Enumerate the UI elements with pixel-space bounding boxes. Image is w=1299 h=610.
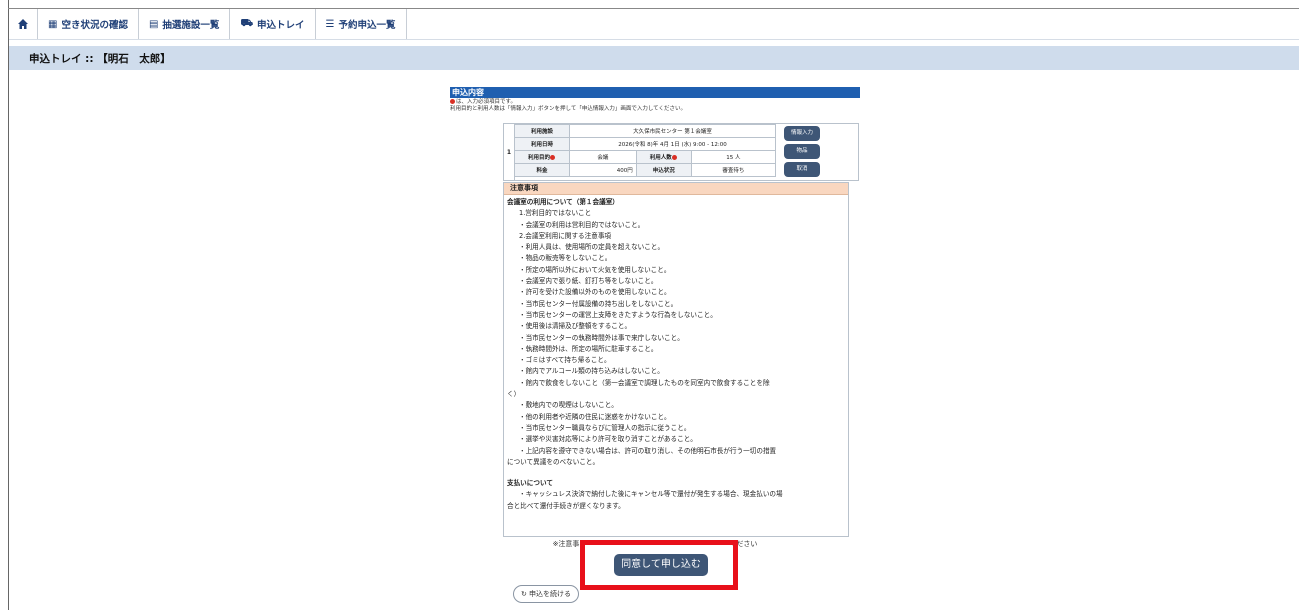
nav-availability[interactable]: ▦ 空き状況の確認 xyxy=(37,9,138,39)
continue-application-button[interactable]: ↻ 申込を続ける xyxy=(513,585,579,603)
notice-line: ・所定の場所以外において火気を使用しないこと。 xyxy=(519,265,671,274)
notice-line: ・ゴミはすべて持ち帰ること。 xyxy=(519,356,611,365)
bottom-note-left: ※注意事 xyxy=(552,540,580,548)
required-dot-icon xyxy=(550,155,555,160)
notice-line: について異議をのべないこと。 xyxy=(507,457,600,466)
nav-reservation-list[interactable]: ☰ 予約申込一覧 xyxy=(314,9,407,39)
notice-line: ・使用後は清掃及び整頓をすること。 xyxy=(519,322,632,331)
notice-body: 会議室の利用について（第１会議室） 1.営利目的ではないこと ・会議室の利用は営… xyxy=(504,195,848,514)
items-button[interactable]: 物品 xyxy=(784,144,820,159)
facility-label: 利用施設 xyxy=(514,124,570,138)
payment-line: 合と比べて還付手続きが遅くなります。 xyxy=(507,501,625,510)
top-nav: ▦ 空き状況の確認 ▤ 抽選施設一覧 ⛟ 申込トレイ ☰ 予約申込一覧 xyxy=(9,9,1299,40)
tray-table: 利用施設 大久保市民センター 第１会議室 利用日時 2026(令和 8)年 4月… xyxy=(514,124,777,177)
required-dot-icon xyxy=(450,99,455,104)
nav-availability-label: 空き状況の確認 xyxy=(61,20,128,31)
notice-line: ・当市民センターの運営上支障をきたすような行為をしないこと。 xyxy=(519,310,717,319)
nav-reservation-label: 予約申込一覧 xyxy=(338,20,396,31)
nav-lottery-facilities[interactable]: ▤ 抽選施設一覧 xyxy=(137,9,229,39)
calendar-icon: ▦ xyxy=(48,18,58,30)
notice-line: ・会議室の利用は営利目的ではないこと。 xyxy=(519,220,645,229)
notice-line: ・館内でアルコール類の持ち込みはしないこと。 xyxy=(519,367,664,376)
tray-entry: 1 利用施設 大久保市民センター 第１会議室 利用日時 2026(令和 8)年 … xyxy=(503,123,859,181)
agree-apply-button[interactable]: 同意して申し込む xyxy=(614,554,708,576)
purpose-value: 会議 xyxy=(569,150,637,164)
notice-line: 2.会議室利用に関する注意事項 xyxy=(519,231,612,240)
fee-label: 料金 xyxy=(514,163,570,177)
section-heading: 申込内容 xyxy=(450,87,860,98)
notice-line: ・執務時間外は、所定の場所に駐車すること。 xyxy=(519,344,658,353)
notice-box: 注意事項 会議室の利用について（第１会議室） 1.営利目的ではないこと ・会議室… xyxy=(503,182,849,537)
lottery-icon: ▤ xyxy=(148,18,159,30)
purpose-label-text: 利用目的 xyxy=(527,155,550,161)
continue-label: 申込を続ける xyxy=(529,590,572,598)
notice-subtitle: 会議室の利用について（第１会議室） xyxy=(507,198,619,206)
datetime-value: 2026(令和 8)年 4月 1日 (水) 9:00 - 12:00 xyxy=(569,137,776,151)
notice-line: ・他の利用者や近隣の住民に迷惑をかけないこと。 xyxy=(519,412,671,421)
notice-line: ・会議室内で張り紙、釘打ち等をしないこと。 xyxy=(519,277,658,286)
application-panel: 申込内容 は、入力必須項目です。 利用目的と利用人数は「情報入力」ボタンを押して… xyxy=(450,87,860,537)
home-button[interactable] xyxy=(9,18,37,30)
status-label: 申込状況 xyxy=(635,163,692,177)
notice-line: ・上記内容を遵守できない場合は、許可の取り消し、その他明石市長が行う一切の措置 xyxy=(519,446,777,455)
facility-value: 大久保市民センター 第１会議室 xyxy=(569,124,776,138)
people-label: 利用人数 xyxy=(635,150,692,164)
list-icon: ☰ xyxy=(325,18,335,30)
nav-application-tray[interactable]: ⛟ 申込トレイ xyxy=(229,9,314,39)
home-icon xyxy=(18,19,28,29)
purpose-label: 利用目的 xyxy=(514,150,570,164)
notice-heading: 注意事項 xyxy=(504,183,848,195)
people-value: 15 人 xyxy=(690,150,777,164)
nav-lottery-label: 抽選施設一覧 xyxy=(162,20,220,31)
notice-line: ・選挙や災害対応等により許可を取り消すことがあること。 xyxy=(519,435,697,444)
payment-line: ・キャッシュレス決済で納付した後にキャンセル等で還付が発生する場合、現金払いの場 xyxy=(519,490,783,499)
info-input-button[interactable]: 情報入力 xyxy=(784,126,820,141)
cancel-button[interactable]: 取消 xyxy=(784,162,820,177)
cart-icon: ⛟ xyxy=(240,17,254,29)
refresh-icon: ↻ xyxy=(520,590,527,598)
notice-line: ・利用人員は、使用場所の定員を超えないこと。 xyxy=(519,243,665,252)
people-label-text: 利用人数 xyxy=(649,155,672,161)
fee-value: 400円 xyxy=(569,163,637,177)
notice-line: ・当市民センター付属設備の持ち出しをしないこと。 xyxy=(519,299,678,308)
notice-line: ・館内で飲食をしないこと（第一会議室で調理したものを同室内で飲食することを除 xyxy=(519,378,770,387)
notice-line: ・敷地内での喫煙はしないこと。 xyxy=(519,401,618,410)
notice-line: ・当市民センターの執務時間外は事で来庁しないこと。 xyxy=(519,333,684,342)
status-value: 審査待ち xyxy=(690,163,777,177)
nav-tray-label: 申込トレイ xyxy=(257,20,305,31)
window-frame-left xyxy=(8,0,9,610)
required-note: は、入力必須項目です。 利用目的と利用人数は「情報入力」ボタンを押して「申込情報… xyxy=(450,99,860,113)
payment-title: 支払いについて xyxy=(507,479,553,488)
datetime-label: 利用日時 xyxy=(514,137,570,151)
required-dot-icon xyxy=(671,155,677,160)
notice-line: ・許可を受けた設備以外のものを使用しないこと。 xyxy=(519,288,671,297)
notice-gap xyxy=(507,468,845,478)
notice-line: く） xyxy=(507,390,521,399)
required-note-text: は、入力必須項目です。 xyxy=(456,99,516,105)
page-title: 申込トレイ :: 【明石 太郎】 xyxy=(9,46,1299,70)
input-instruction: 利用目的と利用人数は「情報入力」ボタンを押して「申込情報入力」画面で入力してくだ… xyxy=(450,106,687,112)
notice-line: ・当市民センター職員ならびに管理人の指示に従うこと。 xyxy=(519,423,691,432)
notice-line: 1.営利目的ではないこと xyxy=(519,209,592,218)
notice-line: ・物品の販売等をしないこと。 xyxy=(519,254,612,263)
tray-buttons: 情報入力 物品 取消 xyxy=(784,126,844,180)
